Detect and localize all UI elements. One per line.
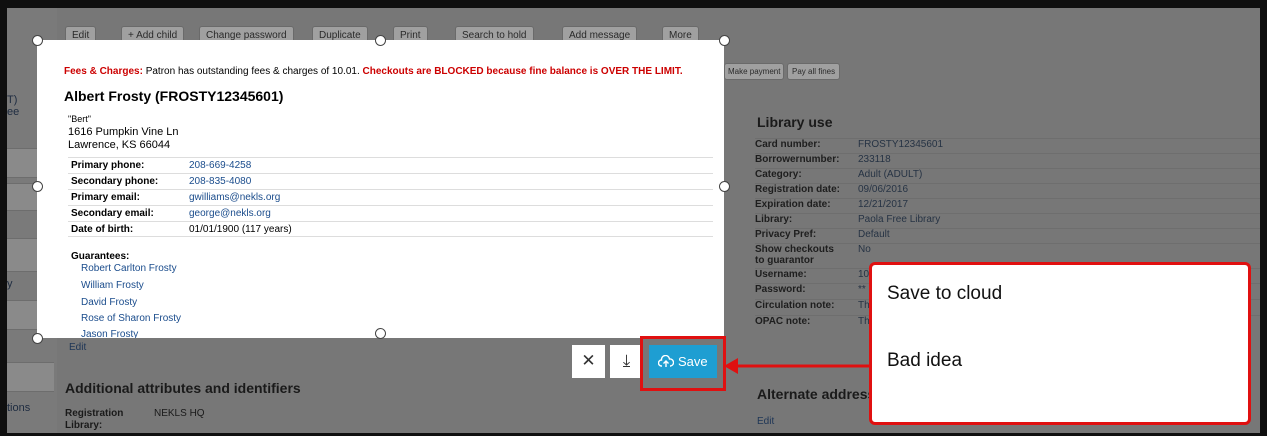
row-label: to guarantor bbox=[755, 255, 814, 266]
row-label: Category: bbox=[755, 169, 802, 180]
edit-link[interactable]: Edit bbox=[69, 342, 86, 353]
download-icon[interactable]: ⤓ bbox=[610, 345, 643, 378]
guarantee-link[interactable]: Robert Carlton Frosty bbox=[81, 263, 177, 274]
row-value: Paola Free Library bbox=[858, 214, 941, 225]
row-value: ** bbox=[858, 284, 866, 295]
row-label: OPAC note: bbox=[755, 316, 811, 327]
contact-label: Secondary email: bbox=[71, 208, 154, 219]
row-label: Show checkouts bbox=[755, 244, 834, 255]
contact-row: Primary email: gwilliams@nekls.org bbox=[68, 189, 713, 205]
secondary-phone-link[interactable]: 208-835-4080 bbox=[189, 176, 251, 187]
resize-handle[interactable] bbox=[32, 333, 43, 344]
crop-selection-panel: Fees & Charges: Patron has outstanding f… bbox=[37, 40, 724, 338]
close-icon[interactable]: ✕ bbox=[572, 345, 605, 378]
row-value: FROSTY12345601 bbox=[858, 139, 944, 150]
library-use-row: Borrowernumber: 233118 bbox=[755, 153, 1260, 168]
make-payment-button[interactable]: Make payment bbox=[724, 63, 785, 80]
contact-row: Secondary phone: 208-835-4080 bbox=[68, 173, 713, 189]
fees-label: Fees & Charges: bbox=[64, 66, 143, 77]
resize-handle[interactable] bbox=[719, 35, 730, 46]
library-use-row: Privacy Pref: Default bbox=[755, 228, 1260, 243]
row-label: Card number: bbox=[755, 139, 821, 150]
secondary-email-link[interactable]: george@nekls.org bbox=[189, 208, 271, 219]
alternate-address-heading: Alternate address bbox=[757, 386, 876, 402]
patron-nickname: "Bert" bbox=[68, 114, 91, 124]
library-use-row: Card number: FROSTY12345601 bbox=[755, 138, 1260, 153]
date-of-birth-value: 01/01/1900 (117 years) bbox=[189, 224, 292, 235]
callout-line2: Bad idea bbox=[887, 350, 963, 371]
row-value: 09/06/2016 bbox=[858, 184, 909, 195]
callout-line1: Save to cloud bbox=[887, 283, 1003, 304]
row-label: Username: bbox=[755, 269, 807, 280]
row-value: Th bbox=[858, 316, 870, 327]
left-fragment-3: y bbox=[7, 278, 13, 290]
left-fragment-2: ee bbox=[7, 106, 20, 118]
contact-label: Date of birth: bbox=[71, 224, 134, 235]
primary-phone-link[interactable]: 208-669-4258 bbox=[189, 160, 251, 171]
row-value: Adult (ADULT) bbox=[858, 169, 923, 180]
checkouts-blocked-text: Checkouts are BLOCKED because fine balan… bbox=[362, 66, 683, 77]
resize-handle[interactable] bbox=[32, 35, 43, 46]
pay-all-fines-button[interactable]: Pay all fines bbox=[787, 63, 841, 80]
library-use-heading: Library use bbox=[757, 114, 833, 130]
contact-label: Primary email: bbox=[71, 192, 140, 203]
resize-handle[interactable] bbox=[32, 181, 43, 192]
fees-alert: Fees & Charges: Patron has outstanding f… bbox=[64, 66, 683, 77]
guarantee-link[interactable]: William Frosty bbox=[81, 280, 144, 291]
registration-label: Registration bbox=[65, 408, 124, 419]
primary-email-link[interactable]: gwilliams@nekls.org bbox=[189, 192, 280, 203]
contact-label: Primary phone: bbox=[71, 160, 145, 171]
registration-label-2: Library: bbox=[65, 420, 103, 431]
contact-label: Secondary phone: bbox=[71, 176, 159, 187]
left-sidebar-box[interactable] bbox=[7, 362, 54, 392]
patron-name: Albert Frosty (FROSTY12345601) bbox=[64, 88, 284, 104]
row-value: 12/21/2017 bbox=[858, 199, 909, 210]
library-use-row: Expiration date: 12/21/2017 bbox=[755, 198, 1260, 213]
row-label: Password: bbox=[755, 284, 806, 295]
row-label: Privacy Pref: bbox=[755, 229, 817, 240]
row-label: Borrowernumber: bbox=[755, 154, 840, 165]
row-label: Expiration date: bbox=[755, 199, 831, 210]
alternate-edit-link[interactable]: Edit bbox=[757, 416, 774, 427]
row-value: No bbox=[858, 244, 871, 255]
highlight-box bbox=[640, 336, 726, 391]
row-label: Library: bbox=[755, 214, 793, 225]
contact-row: Secondary email: george@nekls.org bbox=[68, 205, 713, 221]
row-value: 233118 bbox=[858, 154, 891, 165]
fees-text: Patron has outstanding fees & charges of… bbox=[142, 66, 363, 77]
patron-address-line1: 1616 Pumpkin Vine Ln bbox=[68, 126, 179, 138]
left-fragment-4: tions bbox=[7, 402, 31, 414]
row-label: Registration date: bbox=[755, 184, 841, 195]
resize-handle[interactable] bbox=[719, 181, 730, 192]
library-use-row: Registration date: 09/06/2016 bbox=[755, 183, 1260, 198]
guarantee-link[interactable]: Jason Frosty bbox=[81, 329, 138, 338]
guarantee-link[interactable]: David Frosty bbox=[81, 297, 137, 308]
annotation-callout: Save to cloud Bad idea bbox=[869, 262, 1251, 425]
row-value: Th bbox=[858, 300, 870, 311]
row-value: 10 bbox=[858, 269, 870, 280]
guarantee-link[interactable]: Rose of Sharon Frosty bbox=[81, 313, 181, 324]
additional-attributes-heading: Additional attributes and identifiers bbox=[65, 380, 301, 396]
patron-address-line2: Lawrence, KS 66044 bbox=[68, 139, 171, 151]
callout-arrow bbox=[724, 358, 870, 374]
row-label: Circulation note: bbox=[755, 300, 835, 311]
library-use-row: Library: Paola Free Library bbox=[755, 213, 1260, 228]
guarantees-label: Guarantees: bbox=[71, 251, 130, 262]
contact-row: Date of birth: 01/01/1900 (117 years) bbox=[68, 221, 713, 237]
row-value: Default bbox=[858, 229, 890, 240]
registration-value: NEKLS HQ bbox=[154, 408, 205, 419]
resize-handle[interactable] bbox=[375, 35, 386, 46]
library-use-row: Category: Adult (ADULT) bbox=[755, 168, 1260, 183]
resize-handle[interactable] bbox=[375, 328, 386, 339]
contact-row: Primary phone: 208-669-4258 bbox=[68, 157, 713, 173]
left-fragment-1: T) bbox=[7, 94, 18, 106]
screenshot-frame: T) ee y tions Edit + Add child Change pa… bbox=[7, 8, 1260, 433]
